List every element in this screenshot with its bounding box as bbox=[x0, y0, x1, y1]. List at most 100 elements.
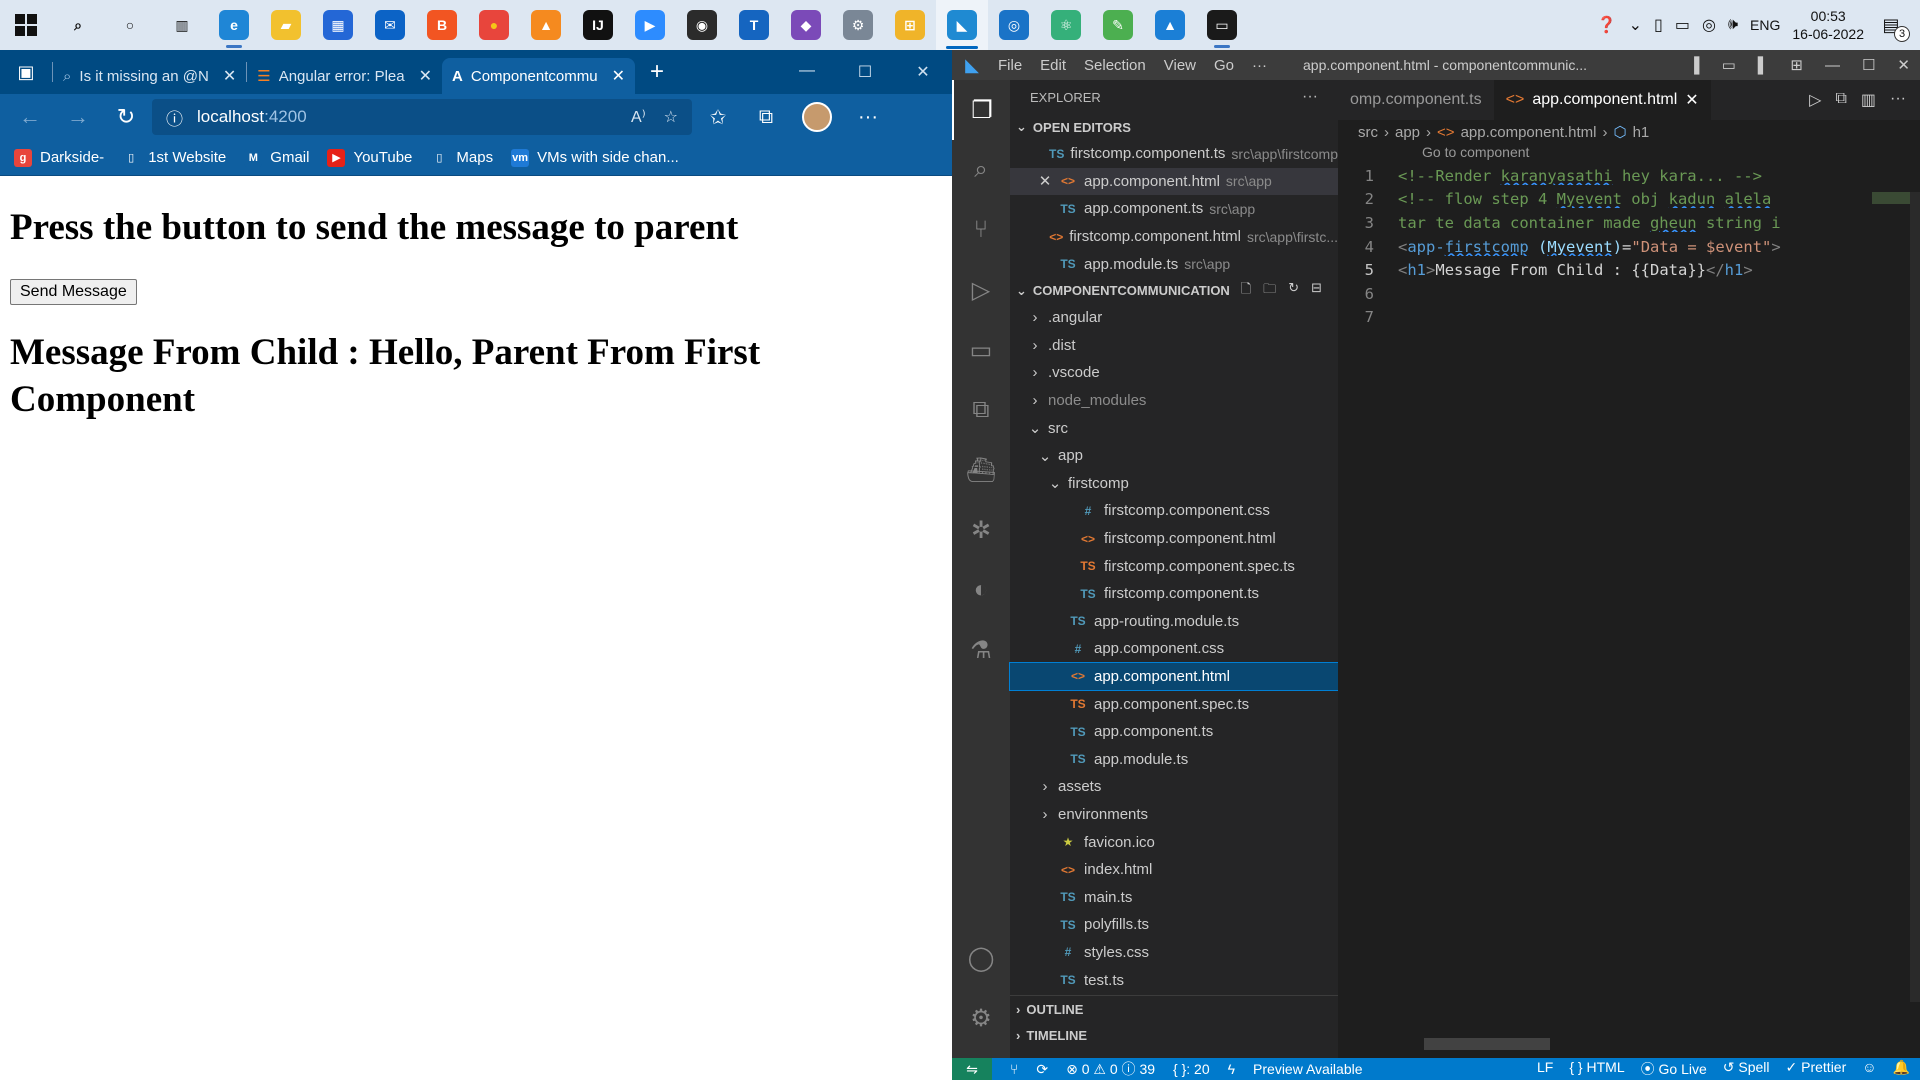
folder-item[interactable]: › .angular bbox=[1010, 304, 1338, 332]
file-item[interactable]: TS app.module.ts bbox=[1010, 745, 1338, 773]
breadcrumb-item[interactable]: app bbox=[1395, 124, 1420, 141]
notification-button[interactable]: ▤ 3 bbox=[1876, 10, 1910, 42]
taskbar-app-file-explorer[interactable]: ▰ bbox=[260, 0, 312, 50]
open-editors-section[interactable]: ⌄ OPEN EDITORS bbox=[1010, 114, 1338, 140]
notifications-bell-icon[interactable]: 🔔 bbox=[1893, 1059, 1910, 1079]
folder-item[interactable]: › node_modules bbox=[1010, 387, 1338, 415]
toggle-sidebar-icon[interactable]: ▐ bbox=[1689, 57, 1700, 74]
bookmark-item[interactable]: ▯ 1st Website bbox=[122, 148, 226, 167]
collections-icon[interactable]: ⧉ bbox=[744, 106, 788, 129]
vertical-scrollbar[interactable] bbox=[1910, 192, 1920, 1002]
more-actions-icon[interactable]: ··· bbox=[1890, 90, 1906, 110]
taskbar-app-terminal[interactable]: ▭ bbox=[1196, 0, 1248, 50]
editor-tab[interactable]: omp.component.ts bbox=[1338, 80, 1494, 120]
clock[interactable]: 00:53 16-06-2022 bbox=[1792, 7, 1864, 43]
profile-avatar[interactable] bbox=[802, 102, 832, 132]
menu-item[interactable]: File bbox=[998, 57, 1022, 74]
breadcrumb-item[interactable]: src bbox=[1358, 124, 1378, 141]
refresh-icon[interactable]: ↻ bbox=[1288, 280, 1299, 302]
language-indicator[interactable]: ENG bbox=[1750, 17, 1780, 33]
device-icon[interactable]: ▯ bbox=[1654, 15, 1663, 35]
menu-item[interactable]: Selection bbox=[1084, 57, 1146, 74]
bookmark-item[interactable]: vm VMs with side chan... bbox=[511, 148, 679, 167]
toggle-secondary-icon[interactable]: ▌ bbox=[1758, 57, 1769, 74]
file-item[interactable]: <> index.html bbox=[1010, 856, 1338, 884]
run-debug-icon[interactable]: ▷ bbox=[952, 260, 1010, 320]
sync-icon[interactable]: ⟳ bbox=[1036, 1061, 1048, 1078]
taskbar-app-mail[interactable]: ✉ bbox=[364, 0, 416, 50]
file-item[interactable]: # styles.css bbox=[1010, 939, 1338, 967]
open-editor-item[interactable]: ✕ <> app.component.html src\app bbox=[1010, 167, 1338, 196]
horizontal-scrollbar[interactable] bbox=[1424, 1038, 1550, 1050]
menu-item[interactable]: ··· bbox=[1252, 57, 1267, 74]
code-line[interactable]: 6 bbox=[1338, 282, 1920, 306]
new-file-icon[interactable]: 🗋 bbox=[1241, 280, 1251, 302]
favorites-icon[interactable]: ✩ bbox=[696, 105, 740, 130]
menu-item[interactable]: Edit bbox=[1040, 57, 1066, 74]
taskbar-app-vlc[interactable]: ▲ bbox=[520, 0, 572, 50]
search-icon[interactable]: ⌕ bbox=[952, 140, 1010, 200]
bookmark-item[interactable]: g Darkside- bbox=[14, 148, 104, 167]
file-item[interactable]: TS app.component.ts bbox=[1010, 718, 1338, 746]
file-item[interactable]: TS polyfills.ts bbox=[1010, 911, 1338, 939]
taskbar-app-network[interactable]: ⊞ bbox=[884, 0, 936, 50]
open-editor-item[interactable]: <> firstcomp.component.html src\app\firstc… bbox=[1010, 223, 1338, 251]
timeline-section[interactable]: › TIMELINE bbox=[1010, 1022, 1338, 1048]
taskbar-app-visual-studio[interactable]: ◆ bbox=[780, 0, 832, 50]
minimap[interactable] bbox=[1872, 192, 1910, 204]
split-editor-icon[interactable]: ▥ bbox=[1861, 90, 1876, 110]
bookmark-item[interactable]: M Gmail bbox=[244, 148, 309, 167]
taskbar-app-atom[interactable]: ⚛ bbox=[1040, 0, 1092, 50]
project-section[interactable]: ⌄ COMPONENTCOMMUNICATION 🗋 🗀 ↻ ⊟ bbox=[1010, 278, 1338, 304]
code-editor[interactable]: 1 <!--Render karanyasathi hey kara... -->… bbox=[1338, 164, 1920, 329]
volume-icon[interactable]: 🕪 bbox=[1728, 16, 1738, 34]
spell-indicator[interactable]: ↺ Spell bbox=[1723, 1059, 1770, 1079]
code-line[interactable]: 1 <!--Render karanyasathi hey kara... --> bbox=[1338, 164, 1920, 188]
lightning-icon[interactable]: ϟ bbox=[1228, 1061, 1235, 1077]
source-control-icon[interactable]: ⑂ bbox=[952, 200, 1010, 260]
minimize-icon[interactable]: — bbox=[778, 62, 836, 82]
problems-indicator[interactable]: ⊗ 0 ⚠ 0 ⓘ 39 bbox=[1066, 1059, 1155, 1079]
testing-icon[interactable]: ⚗ bbox=[952, 620, 1010, 680]
info-icon[interactable]: ⓘ bbox=[166, 105, 183, 130]
new-tab-button[interactable]: + bbox=[635, 58, 679, 86]
kubernetes-icon[interactable]: ✲ bbox=[952, 500, 1010, 560]
file-item[interactable]: <> app.component.html bbox=[1009, 661, 1339, 692]
language-mode[interactable]: { } HTML bbox=[1569, 1059, 1624, 1079]
browser-tab[interactable]: ☰ Angular error: Plea ✕ bbox=[247, 58, 442, 94]
file-item[interactable]: <> firstcomp.component.html bbox=[1010, 525, 1338, 553]
bookmark-item[interactable]: ▶ YouTube bbox=[327, 148, 412, 167]
editor-tab-active[interactable]: <> app.component.html ✕ bbox=[1493, 80, 1711, 120]
go-live-button[interactable]: ⦿ Go Live bbox=[1641, 1059, 1707, 1079]
menu-item[interactable]: Go bbox=[1214, 57, 1234, 74]
taskbar-app-search[interactable]: ⌕ bbox=[52, 0, 104, 50]
close-icon[interactable]: ✕ bbox=[612, 66, 625, 86]
help-icon[interactable]: ❓ bbox=[1597, 15, 1617, 35]
taskbar-app-zoom[interactable]: ▶ bbox=[624, 0, 676, 50]
folder-item[interactable]: ⌄ src bbox=[1010, 414, 1338, 442]
code-line[interactable]: 3 tar te data container made gheun string… bbox=[1338, 211, 1920, 235]
code-line[interactable]: 7 bbox=[1338, 306, 1920, 330]
open-editor-item[interactable]: TS app.component.ts src\app bbox=[1010, 195, 1338, 223]
code-line[interactable]: 2 <!-- flow step 4 Myevent obj kadun alel… bbox=[1338, 188, 1920, 212]
folder-item[interactable]: ⌄ app bbox=[1010, 442, 1338, 470]
run-icon[interactable]: ▷ bbox=[1809, 90, 1821, 110]
send-message-button[interactable]: Send Message bbox=[10, 279, 137, 305]
layout-icon[interactable]: ⊞ bbox=[1790, 56, 1803, 74]
minimize-icon[interactable]: — bbox=[1825, 57, 1840, 74]
read-aloud-icon[interactable]: A⁾ bbox=[631, 107, 646, 127]
taskbar-app-settings[interactable]: ◎ bbox=[988, 0, 1040, 50]
folder-item[interactable]: › assets bbox=[1010, 773, 1338, 801]
network-icon[interactable]: ◎ bbox=[1702, 15, 1716, 35]
breadcrumb-item[interactable]: h1 bbox=[1633, 124, 1650, 141]
browser-tab[interactable]: ⌕ Is it missing an @N ✕ bbox=[53, 58, 246, 94]
edge-devtools-icon[interactable]: ◐ bbox=[952, 560, 1010, 620]
file-item[interactable]: # firstcomp.component.css bbox=[1010, 497, 1338, 525]
battery-icon[interactable]: ▭ bbox=[1675, 15, 1690, 35]
browser-tab-active[interactable]: A Componentcommu ✕ bbox=[442, 58, 635, 94]
taskbar-app-store[interactable]: ▦ bbox=[312, 0, 364, 50]
code-line[interactable]: 4 <app-firstcomp (Myevent)="Data = $event… bbox=[1338, 235, 1920, 259]
add-favorite-icon[interactable]: ☆ bbox=[664, 107, 678, 127]
braces-indicator[interactable]: { }: 20 bbox=[1173, 1061, 1210, 1077]
close-icon[interactable]: ✕ bbox=[1038, 172, 1052, 190]
